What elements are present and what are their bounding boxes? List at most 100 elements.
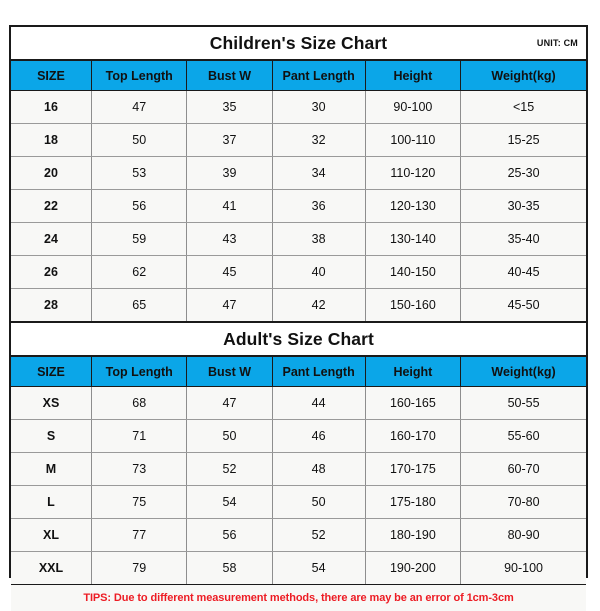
- adult-col-top-length: Top Length: [91, 357, 188, 387]
- table-cell: 60-70: [460, 452, 586, 486]
- table-cell: 68: [91, 386, 188, 420]
- table-cell: 47: [186, 386, 273, 420]
- table-row: 18 50 37 32 100-110 15-25: [11, 123, 586, 157]
- table-cell: 190-200: [365, 551, 462, 584]
- children-table-header: SIZE Top Length Bust W Pant Length Heigh…: [11, 61, 586, 91]
- table-cell: 55-60: [460, 419, 586, 453]
- adult-chart-title: Adult's Size Chart: [223, 328, 374, 349]
- table-row: S 71 50 46 160-170 55-60: [11, 419, 586, 453]
- table-cell: 36: [272, 189, 366, 223]
- table-cell: 52: [186, 452, 273, 486]
- table-cell: 59: [91, 222, 188, 256]
- adult-col-pant-length: Pant Length: [272, 357, 366, 387]
- adult-col-weight: Weight(kg): [460, 357, 586, 387]
- table-cell: 54: [272, 551, 366, 584]
- table-cell: 35-40: [460, 222, 586, 256]
- table-cell: 38: [272, 222, 366, 256]
- table-cell: 62: [91, 255, 188, 289]
- table-cell: 30: [272, 90, 366, 124]
- adult-table-body: XS 68 47 44 160-165 50-55 S 71 50 46 160-170 55-60 M…: [11, 386, 586, 584]
- table-cell: 160-170: [365, 419, 462, 453]
- adult-row-size-value: XXL: [11, 551, 92, 584]
- table-cell: 34: [272, 156, 366, 190]
- table-row: XXL 79 58 54 190-200 90-100: [11, 551, 586, 584]
- table-cell: 175-180: [365, 485, 462, 519]
- table-row: L 75 54 50 175-180 70-80: [11, 485, 586, 519]
- children-size-table: SIZE Top Length Bust W Pant Length Heigh…: [11, 61, 586, 321]
- table-cell: 73: [91, 452, 188, 486]
- table-cell: 47: [91, 90, 188, 124]
- table-cell: 71: [91, 419, 188, 453]
- table-row: XS 68 47 44 160-165 50-55: [11, 386, 586, 420]
- adult-row-size-value: S: [11, 419, 92, 453]
- table-cell: 110-120: [365, 156, 462, 190]
- table-cell: 75: [91, 485, 188, 519]
- table-cell: 46: [272, 419, 366, 453]
- children-title-row: Children's Size Chart UNIT: CM: [11, 27, 586, 61]
- table-cell: 170-175: [365, 452, 462, 486]
- children-col-bust-w: Bust W: [186, 61, 273, 91]
- adult-row-size-value: M: [11, 452, 92, 486]
- table-cell: 40-45: [460, 255, 586, 289]
- table-row: M 73 52 48 170-175 60-70: [11, 452, 586, 486]
- adult-col-bust-w: Bust W: [186, 357, 273, 387]
- table-cell: 80-90: [460, 518, 586, 552]
- table-cell: 50-55: [460, 386, 586, 420]
- table-cell: 77: [91, 518, 188, 552]
- table-cell: 58: [186, 551, 273, 584]
- children-row-size-value: 24: [11, 222, 92, 256]
- table-cell: 41: [186, 189, 273, 223]
- children-col-height: Height: [365, 61, 462, 91]
- table-cell: 90-100: [460, 551, 586, 584]
- table-cell: 45: [186, 255, 273, 289]
- table-cell: 50: [186, 419, 273, 453]
- children-row-size-value: 16: [11, 90, 92, 124]
- size-chart-container: Children's Size Chart UNIT: CM SIZE Top …: [9, 25, 588, 611]
- table-cell: 44: [272, 386, 366, 420]
- children-chart-title: Children's Size Chart: [209, 32, 388, 53]
- table-cell: 70-80: [460, 485, 586, 519]
- table-cell: 54: [186, 485, 273, 519]
- adult-col-height: Height: [365, 357, 462, 387]
- table-cell: 140-150: [365, 255, 462, 289]
- table-cell: 48: [272, 452, 366, 486]
- children-row-size-value: 28: [11, 288, 92, 321]
- adult-size-table: SIZE Top Length Bust W Pant Length Heigh…: [11, 357, 586, 584]
- table-cell: 37: [186, 123, 273, 157]
- children-row-size-value: 26: [11, 255, 92, 289]
- adult-title-row: Adult's Size Chart: [11, 321, 586, 357]
- children-col-weight: Weight(kg): [460, 61, 586, 91]
- table-cell: <15: [460, 90, 586, 124]
- table-cell: 120-130: [365, 189, 462, 223]
- table-cell: 180-190: [365, 518, 462, 552]
- table-row: 26 62 45 40 140-150 40-45: [11, 255, 586, 289]
- table-cell: 150-160: [365, 288, 462, 321]
- table-cell: 50: [91, 123, 188, 157]
- children-row-size-value: 22: [11, 189, 92, 223]
- children-table-body: 16 47 35 30 90-100 <15 18 50 37 32 100-110 15-25 20 5…: [11, 90, 586, 321]
- adult-col-size: SIZE: [11, 357, 92, 387]
- table-cell: 45-50: [460, 288, 586, 321]
- table-cell: 50: [272, 485, 366, 519]
- table-cell: 56: [186, 518, 273, 552]
- tips-text: TIPS: Due to different measurement metho…: [83, 592, 514, 604]
- children-col-top-length: Top Length: [91, 61, 188, 91]
- children-row-size-value: 20: [11, 156, 92, 190]
- table-row: 20 53 39 34 110-120 25-30: [11, 156, 586, 190]
- table-cell: 32: [272, 123, 366, 157]
- adult-row-size-value: XL: [11, 518, 92, 552]
- table-cell: 39: [186, 156, 273, 190]
- children-row-size-value: 18: [11, 123, 92, 157]
- table-cell: 160-165: [365, 386, 462, 420]
- table-row: XL 77 56 52 180-190 80-90: [11, 518, 586, 552]
- table-cell: 43: [186, 222, 273, 256]
- children-col-size: SIZE: [11, 61, 92, 91]
- table-cell: 47: [186, 288, 273, 321]
- children-header-row: SIZE Top Length Bust W Pant Length Heigh…: [11, 61, 586, 91]
- table-cell: 42: [272, 288, 366, 321]
- table-cell: 25-30: [460, 156, 586, 190]
- table-cell: 130-140: [365, 222, 462, 256]
- children-col-pant-length: Pant Length: [272, 61, 366, 91]
- table-row: 28 65 47 42 150-160 45-50: [11, 288, 586, 321]
- adult-table-header: SIZE Top Length Bust W Pant Length Heigh…: [11, 357, 586, 387]
